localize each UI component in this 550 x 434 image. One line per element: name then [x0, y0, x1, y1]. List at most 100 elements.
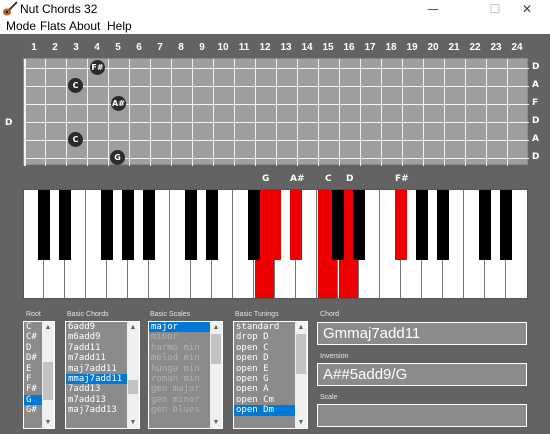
- scroll-thumb[interactable]: [43, 362, 53, 400]
- fret-number: 20: [427, 42, 439, 53]
- scroll-thumb[interactable]: [211, 334, 221, 364]
- fret-number: 10: [217, 42, 229, 53]
- list-item-selected[interactable]: G: [24, 394, 42, 406]
- scales-scrollbar[interactable]: ▲ ▼: [210, 322, 222, 428]
- list-item-selected[interactable]: open Dm: [234, 405, 295, 416]
- scroll-thumb[interactable]: [296, 334, 306, 374]
- root-list[interactable]: C C# D D# E F F# G G# ▲ ▼: [23, 321, 55, 429]
- fret-wire: [297, 59, 298, 166]
- fret-number: 3: [73, 42, 79, 53]
- black-key[interactable]: [437, 190, 449, 260]
- string-name: A: [532, 80, 539, 90]
- fret-wire: [444, 59, 445, 166]
- fret-wire: [108, 59, 109, 166]
- piano-keyboard[interactable]: [23, 189, 528, 299]
- fret-number: 7: [157, 42, 163, 53]
- nut: [24, 59, 26, 166]
- black-key[interactable]: [143, 190, 155, 260]
- fret-number: 17: [364, 42, 376, 53]
- menu-about[interactable]: About: [69, 19, 100, 33]
- fret-wire: [507, 59, 508, 166]
- scales-list[interactable]: major minor harmo min melod min hunga mi…: [148, 321, 223, 429]
- note-dot[interactable]: C: [68, 132, 83, 147]
- scroll-down-arrow-icon[interactable]: ▼: [127, 417, 139, 428]
- fret-number: 14: [301, 42, 313, 53]
- black-key[interactable]: [206, 190, 218, 260]
- scroll-up-arrow-icon[interactable]: ▲: [295, 322, 307, 333]
- fret-number: 23: [490, 42, 502, 53]
- fret-wire: [423, 59, 424, 166]
- scroll-up-arrow-icon[interactable]: ▲: [42, 322, 54, 333]
- note-dot[interactable]: C: [68, 78, 83, 93]
- fret-wire: [276, 59, 277, 166]
- fret-wire: [171, 59, 172, 166]
- menu-mode[interactable]: Mode: [6, 19, 36, 33]
- scale-label: Scale: [320, 394, 338, 401]
- black-key[interactable]: [479, 190, 491, 260]
- chords-list[interactable]: 6add9 m6add9 7add11 m7add11 maj7add11 mm…: [65, 321, 140, 429]
- fret-number: 18: [385, 42, 397, 53]
- scroll-thumb[interactable]: [128, 380, 138, 394]
- title-bar: Nut Chords 32 — ☐ ✕: [0, 0, 550, 18]
- black-key[interactable]: [416, 190, 428, 260]
- fret-number: 22: [469, 42, 481, 53]
- menu-bar: Mode Flats About Help: [0, 18, 550, 34]
- fret-wire: [486, 59, 487, 166]
- chords-scrollbar[interactable]: ▲ ▼: [127, 322, 139, 428]
- scale-field[interactable]: [317, 404, 527, 427]
- scroll-up-arrow-icon[interactable]: ▲: [210, 322, 222, 333]
- list-item-selected[interactable]: mmaj7add11: [66, 373, 127, 385]
- fret-wire: [192, 59, 193, 166]
- inversion-label: Inversion: [320, 353, 349, 360]
- string-name: F: [532, 98, 539, 108]
- fret-number: 21: [448, 42, 460, 53]
- fret-number: 16: [343, 42, 355, 53]
- note-dot[interactable]: A#: [111, 96, 126, 111]
- fret-wire: [255, 59, 256, 166]
- fret-wire: [318, 59, 319, 166]
- scroll-down-arrow-icon[interactable]: ▼: [210, 417, 222, 428]
- scroll-up-arrow-icon[interactable]: ▲: [127, 322, 139, 333]
- tunings-scrollbar[interactable]: ▲ ▼: [295, 322, 307, 428]
- list-item-selected[interactable]: major: [149, 322, 210, 333]
- root-label: Root: [26, 311, 41, 318]
- chord-field[interactable]: Gmmaj7add11: [317, 322, 527, 345]
- tunings-list[interactable]: standard drop D open C open D open E ope…: [233, 321, 308, 429]
- black-key[interactable]: [185, 190, 197, 260]
- black-key-active[interactable]: [395, 190, 407, 260]
- black-key[interactable]: [500, 190, 512, 260]
- fretboard[interactable]: F# C A# C G: [23, 58, 529, 166]
- scroll-down-arrow-icon[interactable]: ▼: [295, 417, 307, 428]
- black-key[interactable]: [38, 190, 50, 260]
- black-key[interactable]: [59, 190, 71, 260]
- black-key[interactable]: [332, 190, 344, 260]
- tunings-label: Basic Tunings: [235, 311, 279, 318]
- root-scrollbar[interactable]: ▲ ▼: [42, 322, 54, 428]
- black-key[interactable]: [101, 190, 113, 260]
- black-key[interactable]: [353, 190, 365, 260]
- menu-flats[interactable]: Flats: [40, 19, 66, 33]
- black-key-active[interactable]: [290, 190, 302, 260]
- inversion-field[interactable]: A##5add9/G: [317, 363, 527, 386]
- close-button[interactable]: ✕: [504, 0, 550, 18]
- fret-number: 8: [178, 42, 184, 53]
- fret-wire: [150, 59, 151, 166]
- fret-number: 13: [280, 42, 292, 53]
- tuning-root-label: D: [5, 118, 13, 128]
- note-dot[interactable]: F#: [90, 60, 105, 75]
- guitar-icon: [3, 1, 18, 16]
- black-key[interactable]: [248, 190, 260, 260]
- fret-wire: [66, 59, 67, 166]
- minimize-button[interactable]: —: [410, 0, 456, 18]
- chords-label: Basic Chords: [67, 311, 109, 318]
- fret-wire: [87, 59, 88, 166]
- black-key-active[interactable]: [269, 190, 281, 260]
- fret-wire: [360, 59, 361, 166]
- scales-label: Basic Scales: [150, 311, 191, 318]
- black-key[interactable]: [122, 190, 134, 260]
- fret-number: 6: [136, 42, 142, 53]
- menu-help[interactable]: Help: [107, 19, 132, 33]
- note-dot[interactable]: G: [110, 150, 125, 165]
- fret-number: 2: [52, 42, 58, 53]
- scroll-down-arrow-icon[interactable]: ▼: [42, 417, 54, 428]
